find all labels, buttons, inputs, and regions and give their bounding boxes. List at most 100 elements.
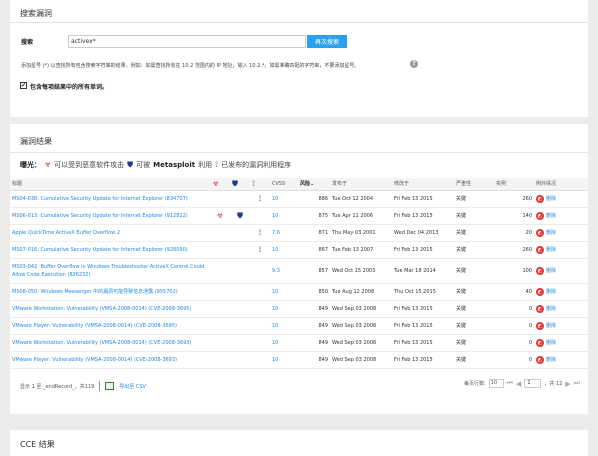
instances-cell: 40 <box>494 283 534 301</box>
col-metasploit[interactable]: ⛊ <box>230 178 250 191</box>
page-number-input[interactable]: 1 <box>524 379 542 388</box>
vulnerability-title-link[interactable]: MS04-038: Cumulative Security Update for… <box>12 196 188 202</box>
exceptions-cell: 删除 <box>534 190 588 208</box>
row-exploit-cell <box>250 207 270 225</box>
exceptions-cell: 删除 <box>534 334 588 352</box>
modified-cell: Fri Feb 13 2015 <box>392 207 454 225</box>
col-exploit[interactable]: ⟟ <box>250 178 270 191</box>
prohibited-icon[interactable] <box>536 355 544 364</box>
all-words-checkbox[interactable]: ✔ <box>20 82 27 89</box>
row-title-cell: MS03-042: Buffer Overflow in Windows Tro… <box>10 258 210 284</box>
delete-link[interactable]: 删除 <box>546 196 556 202</box>
exploit-icon: ⟟ <box>215 160 219 169</box>
col-published[interactable]: 发布于 <box>330 178 392 191</box>
risk-cell: 867 <box>298 241 330 259</box>
delete-link[interactable]: 删除 <box>546 306 556 312</box>
table-row[interactable]: MS03-042: Buffer Overflow in Windows Tro… <box>10 258 588 284</box>
prohibited-icon[interactable] <box>536 194 544 203</box>
table-row[interactable]: MS08-050: Windows Messenger 中的漏洞可能导致信息泄露… <box>10 283 588 301</box>
row-exploit-cell <box>250 258 270 284</box>
table-row[interactable]: MS04-038: Cumulative Security Update for… <box>10 190 588 208</box>
col-title[interactable]: 标题 <box>10 178 210 191</box>
vulnerability-title-link[interactable]: VMware Workstation: Vulnerability (VMSA-… <box>12 340 191 346</box>
prohibited-icon[interactable] <box>536 321 544 330</box>
prohibited-icon[interactable] <box>536 266 544 275</box>
delete-link[interactable]: 删除 <box>546 323 556 329</box>
delete-link[interactable]: 删除 <box>546 357 556 363</box>
vulnerability-title-link[interactable]: MS06-013: Cumulative Security Update for… <box>12 213 188 219</box>
col-malware[interactable]: ☣ <box>210 178 230 191</box>
biohazard-icon: ☣ <box>44 160 52 169</box>
results-panel: 漏洞结果 曝光： ☣ 可以受到恶意软件攻击 ⛊ 可被 Metasploit 利用… <box>10 124 588 414</box>
biohazard-icon: ☣ <box>216 210 224 220</box>
row-exploit-cell <box>250 300 270 318</box>
exceptions-cell: 删除 <box>534 317 588 335</box>
col-instances[interactable]: 实例 <box>494 178 534 191</box>
first-page-icon[interactable]: ⏮ <box>507 379 513 388</box>
col-risk[interactable]: 风险⌄ <box>298 178 330 191</box>
delete-link[interactable]: 删除 <box>546 340 556 346</box>
help-icon[interactable]: ? <box>410 60 418 68</box>
row-malware-cell <box>210 351 230 369</box>
row-metasploit-cell <box>230 283 250 301</box>
row-title-cell: Apple QuickTime ActiveX Buffer Overflow … <box>10 224 210 242</box>
prohibited-icon[interactable] <box>536 211 544 220</box>
prohibited-icon[interactable] <box>536 245 544 254</box>
row-exploit-cell <box>250 317 270 335</box>
rows-per-page-select[interactable]: 10 <box>488 379 504 388</box>
table-row[interactable]: VMware Workstation: Vulnerability (VMSA-… <box>10 334 588 352</box>
delete-link[interactable]: 删除 <box>546 247 556 253</box>
col-cvss[interactable]: CVSS <box>270 178 298 191</box>
search-label: 搜索 <box>21 39 34 46</box>
vulnerability-title-link[interactable]: Apple QuickTime ActiveX Buffer Overflow … <box>12 230 120 236</box>
divider <box>10 152 588 153</box>
vulnerability-title-link[interactable]: VMware Player: Vulnerability (VMSA-2008-… <box>12 323 177 329</box>
showing-records-text: 显示 1 至 _endRecord_，共119 <box>20 383 95 390</box>
delete-link[interactable]: 删除 <box>546 230 556 236</box>
table-row[interactable]: MS06-013: Cumulative Security Update for… <box>10 207 588 225</box>
severity-cell: 关键 <box>454 207 494 225</box>
exploit-icon: ⟟ <box>252 178 255 188</box>
table-row[interactable]: VMware Player: Vulnerability (VMSA-2008-… <box>10 317 588 335</box>
search-input[interactable] <box>68 35 306 48</box>
col-severity[interactable]: 严重性 <box>454 178 494 191</box>
table-row[interactable]: VMware Player: Vulnerability (VMSA-2008-… <box>10 351 588 369</box>
divider <box>99 381 101 391</box>
cvss-cell: 10 <box>270 317 298 335</box>
exceptions-cell: 删除 <box>534 258 588 284</box>
vulnerability-title-link[interactable]: VMware Workstation: Vulnerability (VMSA-… <box>12 306 191 312</box>
cvss-cell: 10 <box>270 190 298 208</box>
row-malware-cell <box>210 190 230 208</box>
delete-link[interactable]: 删除 <box>546 268 556 274</box>
col-modified[interactable]: 修改于 <box>392 178 454 191</box>
prohibited-icon[interactable] <box>536 304 544 313</box>
vulnerability-title-link[interactable]: MS07-016: Cumulative Security Update for… <box>12 247 188 253</box>
vulnerability-title-link[interactable]: MS08-050: Windows Messenger 中的漏洞可能导致信息泄露… <box>12 289 178 295</box>
csv-export-icon[interactable] <box>105 382 115 390</box>
prev-page-icon[interactable]: ◀ <box>516 380 521 388</box>
delete-link[interactable]: 删除 <box>546 289 556 295</box>
published-cell: Wed Sep 03 2008 <box>330 300 392 318</box>
search-again-button[interactable]: 再次搜索 <box>307 35 347 48</box>
col-exceptions[interactable]: 例外情况 <box>534 178 588 191</box>
prohibited-icon[interactable] <box>536 287 544 296</box>
last-page-icon[interactable]: ⏭ <box>574 379 580 388</box>
table-row[interactable]: Apple QuickTime ActiveX Buffer Overflow … <box>10 224 588 242</box>
prohibited-icon[interactable] <box>536 338 544 347</box>
prohibited-icon[interactable] <box>536 228 544 237</box>
severity-cell: 关键 <box>454 334 494 352</box>
all-words-label[interactable]: 包含每项结果中的所有单词。 <box>30 82 108 91</box>
table-row[interactable]: MS07-016: Cumulative Security Update for… <box>10 241 588 259</box>
table-row[interactable]: VMware Workstation: Vulnerability (VMSA-… <box>10 300 588 318</box>
vulnerability-title-link[interactable]: VMware Player: Vulnerability (VMSA-2008-… <box>12 357 177 363</box>
export-csv-link[interactable]: 导出至 CSV <box>119 383 146 390</box>
row-metasploit-cell <box>230 351 250 369</box>
instances-cell: 0 <box>494 351 534 369</box>
next-page-icon[interactable]: ▶ <box>565 380 570 388</box>
vulnerability-title-link[interactable]: MS03-042: Buffer Overflow in Windows Tro… <box>12 264 204 278</box>
row-malware-cell <box>210 258 230 284</box>
row-title-cell: VMware Workstation: Vulnerability (VMSA-… <box>10 300 210 318</box>
row-malware-cell <box>210 300 230 318</box>
delete-link[interactable]: 删除 <box>546 213 556 219</box>
cvss-cell: 10 <box>270 334 298 352</box>
